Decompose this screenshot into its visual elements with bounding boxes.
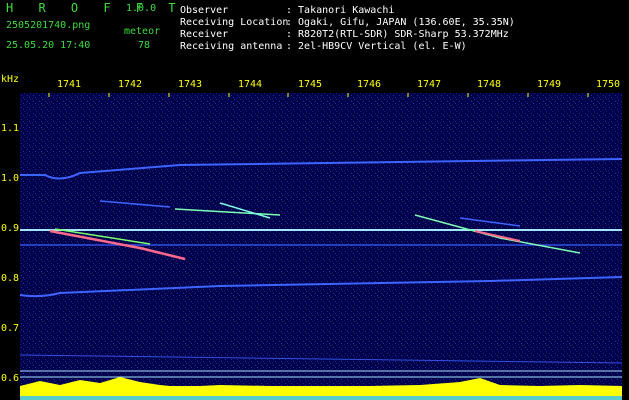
observer-value: : Takanori Kawachi	[286, 5, 395, 16]
header-panel: H R O F F T 1.0.0 2505201740.png 25.05.2…	[0, 0, 629, 72]
antenna-label: Receiving antenna	[180, 41, 283, 52]
location-value: : Ogaki, Gifu, JAPAN (136.60E, 35.35N)	[286, 17, 515, 28]
y-tick-label: 0.7	[1, 323, 20, 334]
observer-label: Observer	[180, 5, 229, 16]
x-tick-label: 1750	[596, 79, 621, 90]
app-version: 1.0.0	[126, 3, 157, 14]
x-tick-label: 1747	[417, 79, 442, 90]
receiver-label: Receiver	[180, 29, 229, 40]
y-tick-label: 0.6	[1, 373, 20, 384]
datetime: 25.05.20 17:40	[6, 40, 91, 51]
x-tick-label: 1741	[57, 79, 82, 90]
x-tick-label: 1742	[118, 79, 143, 90]
spectrogram-background	[20, 93, 622, 400]
spectrogram	[20, 93, 622, 400]
app-logo: H R O F F T	[6, 1, 185, 15]
location-label: Receiving Location	[180, 17, 289, 28]
y-tick-label: 1.1	[1, 123, 20, 134]
x-tick-label: 1743	[178, 79, 203, 90]
y-tick-label: 0.8	[1, 273, 20, 284]
x-tick-label: 1748	[477, 79, 502, 90]
x-tick-label: 1744	[238, 79, 263, 90]
x-tick-label: 1745	[298, 79, 323, 90]
filename: 2505201740.png	[6, 20, 91, 31]
y-axis-unit: kHz	[1, 74, 20, 85]
meteor-label: meteor	[124, 26, 161, 37]
x-tick-label: 1749	[537, 79, 562, 90]
y-tick-label: 0.9	[1, 223, 20, 234]
meteor-count: 78	[138, 40, 151, 51]
y-tick-label: 1.0	[1, 173, 20, 184]
level-bar-base	[20, 396, 622, 400]
receiver-value: : R820T2(RTL-SDR) SDR-Sharp 53.372MHz	[286, 29, 509, 40]
antenna-value: : 2el-HB9CV Vertical (el. E-W)	[286, 41, 467, 52]
x-tick-label: 1746	[357, 79, 382, 90]
